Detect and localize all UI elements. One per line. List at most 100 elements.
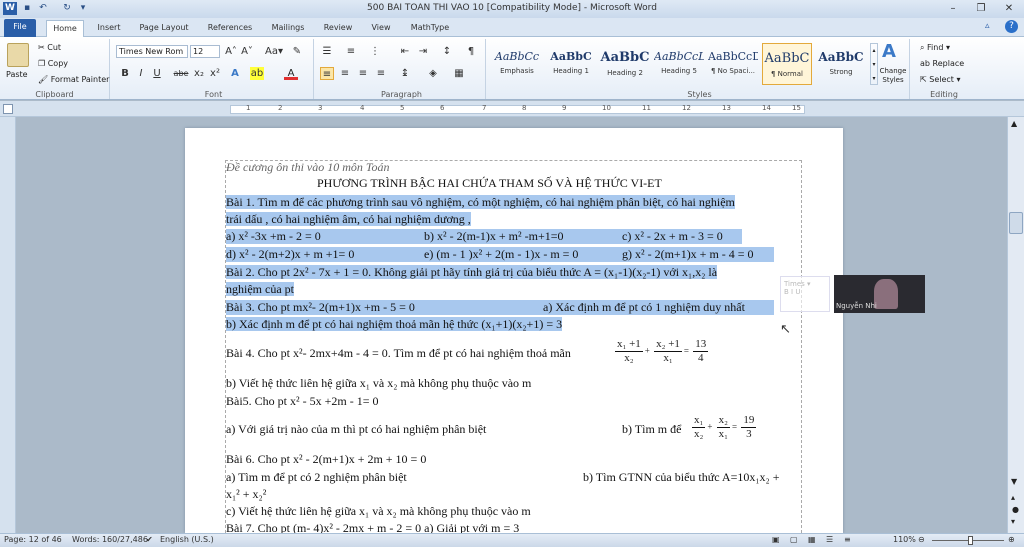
italic-button[interactable]: I [134,67,148,80]
vertical-scrollbar[interactable]: ▲ ▼ ▴ ● ▾ [1007,117,1024,533]
highlight-color-icon[interactable]: ab [250,67,264,80]
help-icon[interactable]: ? [1005,20,1018,33]
font-size-combobox[interactable]: 12 [190,45,220,58]
sort-icon[interactable]: ↕ [440,45,454,58]
tab-review[interactable]: Review [318,20,358,37]
change-styles-button[interactable]: Change Styles [876,67,910,85]
tab-view[interactable]: View [366,20,396,37]
tab-mailings[interactable]: Mailings [266,20,310,37]
replace-icon: ab [920,59,933,68]
find-button[interactable]: ⌕ Find ▾ [920,43,950,53]
problem-1b: b) x² - 2(m-1)x + m² -m+1=0 [424,229,564,243]
tab-selector-icon[interactable] [3,104,13,114]
scroll-down-icon[interactable]: ▼ [1011,477,1017,486]
shading-icon[interactable]: ◈ [426,67,440,80]
bold-button[interactable]: B [118,67,132,80]
window-title: 500 BAI TOAN THI VAO 10 [Compatibility M… [367,3,657,13]
font-name-combobox[interactable]: Times New Rom [116,45,188,58]
change-case-icon[interactable]: Aa▾ [264,45,284,58]
mini-toolbar[interactable]: Times ▾ B I U [780,276,830,312]
minimize-ribbon-icon[interactable]: ▵ [985,21,990,31]
horizontal-ruler[interactable]: 1 2 3 4 5 6 7 8 9 10 11 12 13 14 15 [0,101,1024,117]
tab-home[interactable]: Home [46,20,84,37]
paste-icon[interactable] [7,43,29,67]
style-emphasis[interactable]: AaBbCc Emphasis [492,43,542,85]
style-normal[interactable]: AaBbC ¶ Normal [762,43,812,85]
numbering-icon[interactable]: ≡ [344,45,358,58]
select-button[interactable]: ⇱ Select ▾ [920,75,961,84]
ruler-number: 12 [682,104,691,112]
tab-mathtype[interactable]: MathType [404,20,456,37]
binoculars-icon: ⌕ [920,43,928,52]
style-heading-2[interactable]: AaBbC Heading 2 [600,43,650,85]
problem-4b: b) Viết hệ thức liên hệ giữa x₁ và x₂ mà… [226,376,532,390]
view-web-layout-icon[interactable]: ▦ [808,535,816,544]
problem-4-equation: x₁ +1 x₂ + x₂ +1 x₁ = 13 4 [615,338,709,364]
word-count[interactable]: Words: 160/27,486 [72,535,148,544]
increase-indent-icon[interactable]: ⇥ [416,45,430,58]
multilevel-list-icon[interactable]: ⋮ [368,45,382,58]
ruler-number: 1 [246,104,251,112]
problem-2: Bài 2. Cho pt 2x² - 7x + 1 = 0. Không gi… [226,265,718,279]
copy-button[interactable]: ❐ Copy [38,59,68,68]
restore-button[interactable]: ❐ [968,1,994,16]
browse-object-icon[interactable]: ● [1012,505,1019,514]
bullets-icon[interactable]: ☰ [320,45,334,58]
view-full-screen-icon[interactable]: ▢ [790,535,798,544]
replace-button[interactable]: ab Replace [920,59,964,68]
align-right-icon[interactable]: ≡ [356,67,370,80]
style-heading-5[interactable]: AaBbCcL Heading 5 [654,43,704,85]
zoom-out-icon[interactable]: ⊖ [918,535,925,544]
underline-button[interactable]: U [150,67,164,80]
text-effects-icon[interactable]: A [228,67,242,80]
next-page-icon[interactable]: ▾ [1011,517,1015,526]
subscript-button[interactable]: x₂ [192,67,206,80]
clear-formatting-icon[interactable]: ✎ [290,45,304,58]
show-formatting-icon[interactable]: ¶ [464,45,478,58]
view-draft-icon[interactable]: ≡ [844,535,851,544]
zoom-level[interactable]: 110% [893,535,916,544]
strikethrough-button[interactable]: abe [172,67,190,80]
proofing-icon[interactable]: ✔ [146,535,153,544]
scroll-thumb[interactable] [1009,212,1023,234]
style-strong[interactable]: AaBbC Strong [816,43,866,85]
scroll-up-icon[interactable]: ▲ [1011,119,1017,128]
minimize-button[interactable]: – [940,1,966,16]
style-no-spacing[interactable]: AaBbCcD ¶ No Spaci... [708,43,758,85]
superscript-button[interactable]: x² [208,67,222,80]
status-bar: Page: 12 of 46 Words: 160/27,486 ✔ Engli… [0,533,1024,547]
tab-page-layout[interactable]: Page Layout [134,20,194,37]
tab-insert[interactable]: Insert [92,20,126,37]
zoom-slider-thumb[interactable] [968,536,973,545]
language-indicator[interactable]: English (U.S.) [160,535,214,544]
shrink-font-icon[interactable]: A˅ [240,45,254,58]
problem-1e: e) (m - 1 )x² + 2(m - 1)x - m = 0 [424,247,579,261]
line-spacing-icon[interactable]: ↨ [398,67,412,80]
view-outline-icon[interactable]: ☰ [826,535,833,544]
problem-6c: c) Viết hệ thức liên hệ giữa x₁ và x₂ mà… [226,504,531,518]
cut-button[interactable]: ✂ Cut [38,43,61,52]
change-styles-icon[interactable]: A [882,41,896,62]
justify-icon[interactable]: ≡ [374,67,388,80]
problem-1-cont: trái dấu , có hai nghiệm âm, có hai nghi… [226,212,471,226]
style-heading-1[interactable]: AaBbC Heading 1 [546,43,596,85]
zoom-in-icon[interactable]: ⊕ [1008,535,1015,544]
previous-page-icon[interactable]: ▴ [1011,493,1015,502]
document-page[interactable]: Đề cương ôn thi vào 10 môn Toán PHƯƠNG T… [185,128,843,535]
problem-3b: b) Xác định m để pt có hai nghiệm thoả m… [226,317,563,331]
paste-button[interactable]: Paste [6,70,28,79]
grow-font-icon[interactable]: A˄ [224,45,238,58]
align-left-icon[interactable]: ≡ [320,67,334,80]
tab-references[interactable]: References [202,20,258,37]
close-button[interactable]: ✕ [996,1,1022,16]
decrease-indent-icon[interactable]: ⇤ [398,45,412,58]
tab-file[interactable]: File [4,19,36,37]
font-color-icon[interactable]: A [284,67,298,80]
align-center-icon[interactable]: ≡ [338,67,352,80]
view-print-layout-icon[interactable]: ▣ [772,535,780,544]
page-count[interactable]: Page: 12 of 46 [4,535,62,544]
ruler-number: 4 [360,104,365,112]
vertical-ruler[interactable] [0,117,16,533]
borders-icon[interactable]: ▦ [452,67,466,80]
format-painter-button[interactable]: 🖌 Format Painter [38,75,109,84]
